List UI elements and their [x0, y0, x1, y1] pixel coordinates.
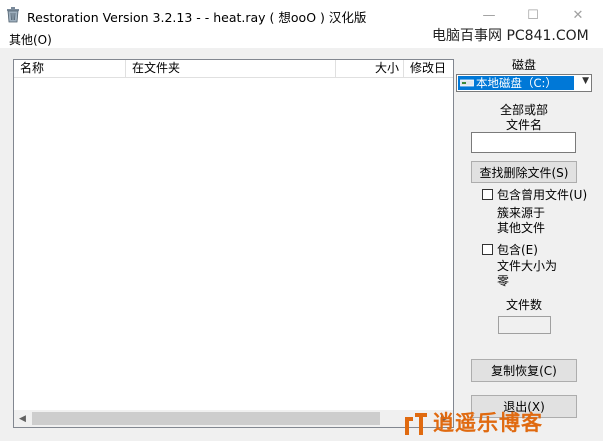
- column-header-modified[interactable]: 修改日: [404, 60, 453, 77]
- filename-input[interactable]: [471, 132, 576, 153]
- list-header: 名称 在文件夹 大小 修改日: [14, 60, 453, 78]
- watermark-text: 电脑百事网 PC841.COM: [432, 28, 589, 44]
- file-count-label: 文件数: [505, 298, 542, 312]
- drive-selected: 本地磁盘（C:）: [458, 76, 574, 90]
- hard-drive-icon: [460, 79, 474, 87]
- scroll-thumb[interactable]: [32, 412, 380, 425]
- chevron-down-icon[interactable]: ▼: [582, 76, 589, 86]
- menu-item-other[interactable]: 其他(O): [9, 31, 52, 48]
- column-header-folder[interactable]: 在文件夹: [126, 60, 336, 77]
- include-used-checkbox[interactable]: [482, 189, 493, 200]
- include-zero-size-checkbox[interactable]: [482, 244, 493, 255]
- copy-restore-button[interactable]: 复制恢复(C): [471, 359, 577, 382]
- file-list[interactable]: 名称 在文件夹 大小 修改日 ◀ ▶: [13, 59, 454, 428]
- horizontal-scrollbar[interactable]: ◀ ▶: [14, 410, 453, 427]
- filename-label-line2: 文件名: [505, 118, 542, 132]
- include-used-label: 包含曾用文件(U): [497, 188, 588, 202]
- drive-dropdown[interactable]: 本地磁盘（C:） ▼: [456, 74, 592, 92]
- column-header-name[interactable]: 名称: [14, 60, 126, 77]
- include-used-sub2: 其他文件: [497, 221, 546, 235]
- include-zero-label: 包含(E): [497, 243, 538, 257]
- recycle-bin-icon: [7, 7, 19, 23]
- blog-logo-icon: [405, 413, 427, 435]
- search-deleted-files-button[interactable]: 查找删除文件(S): [471, 161, 577, 183]
- column-header-size[interactable]: 大小: [336, 60, 404, 77]
- window-title: Restoration Version 3.2.13 - - heat.ray …: [27, 10, 367, 25]
- restoration-window: Restoration Version 3.2.13 - - heat.ray …: [0, 0, 603, 441]
- drive-selected-label: 本地磁盘（C:）: [476, 76, 557, 90]
- include-zero-sub2: 零: [497, 274, 510, 288]
- drive-label: 磁盘: [511, 58, 536, 72]
- blog-logo-text: 逍遥乐博客: [433, 411, 543, 435]
- scroll-left-icon[interactable]: ◀: [14, 410, 31, 427]
- file-count-value: [498, 316, 551, 334]
